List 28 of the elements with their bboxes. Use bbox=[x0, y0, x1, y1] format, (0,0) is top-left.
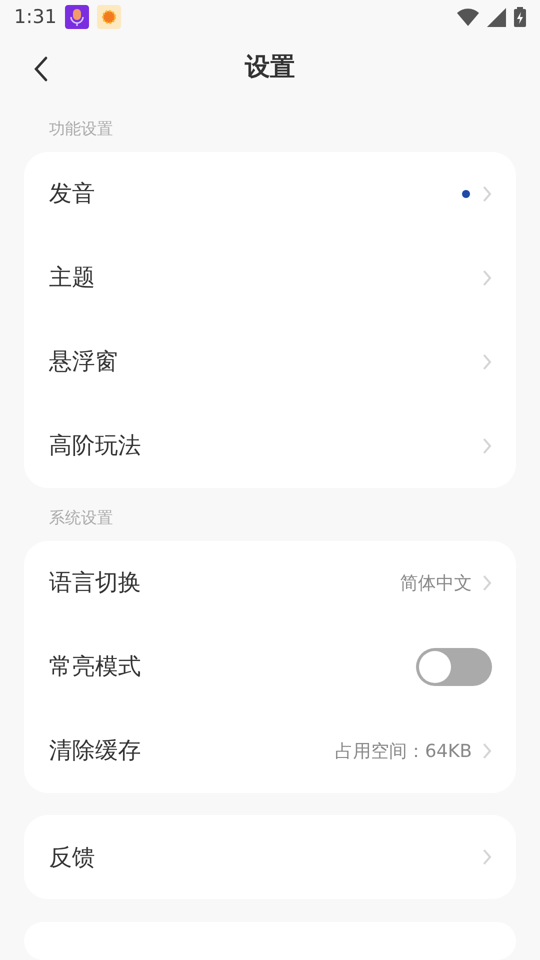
setting-label[interactable]: 发音 bbox=[49, 178, 462, 210]
chevron-right-icon bbox=[482, 574, 492, 592]
microphone-app-icon bbox=[64, 5, 89, 30]
chevron-right-icon bbox=[482, 742, 492, 760]
section-label: 系统设置 bbox=[49, 508, 113, 529]
chevron-right-icon bbox=[482, 848, 492, 866]
chevron-right-icon bbox=[482, 352, 492, 371]
chevron-right-icon bbox=[482, 184, 492, 203]
back-icon bbox=[34, 56, 48, 82]
setting-label: 常亮模式 bbox=[49, 653, 142, 682]
toggle-switch[interactable] bbox=[416, 648, 492, 686]
sun-app-icon bbox=[96, 5, 121, 30]
setting-label[interactable]: 反馈 bbox=[49, 842, 482, 873]
setting-label[interactable]: 清除缓存 bbox=[49, 735, 335, 766]
wifi-icon bbox=[457, 8, 479, 26]
battery-icon bbox=[514, 7, 526, 28]
setting-value: 简体中文 bbox=[400, 572, 472, 595]
page-title: 设置 bbox=[245, 50, 295, 83]
chevron-right-icon bbox=[482, 268, 492, 287]
setting-label[interactable]: 悬浮窗 bbox=[49, 346, 482, 378]
setting-label[interactable]: 高阶玩法 bbox=[49, 430, 482, 462]
chevron-right-icon bbox=[482, 436, 492, 455]
setting-value: 占用空间：64KB bbox=[334, 740, 472, 763]
setting-label[interactable]: 语言切换 bbox=[49, 567, 400, 598]
section-label: 功能设置 bbox=[49, 118, 113, 140]
status-time: 1:31 bbox=[14, 6, 57, 28]
signal-icon bbox=[487, 8, 506, 27]
setting-label[interactable]: 主题 bbox=[49, 262, 482, 294]
